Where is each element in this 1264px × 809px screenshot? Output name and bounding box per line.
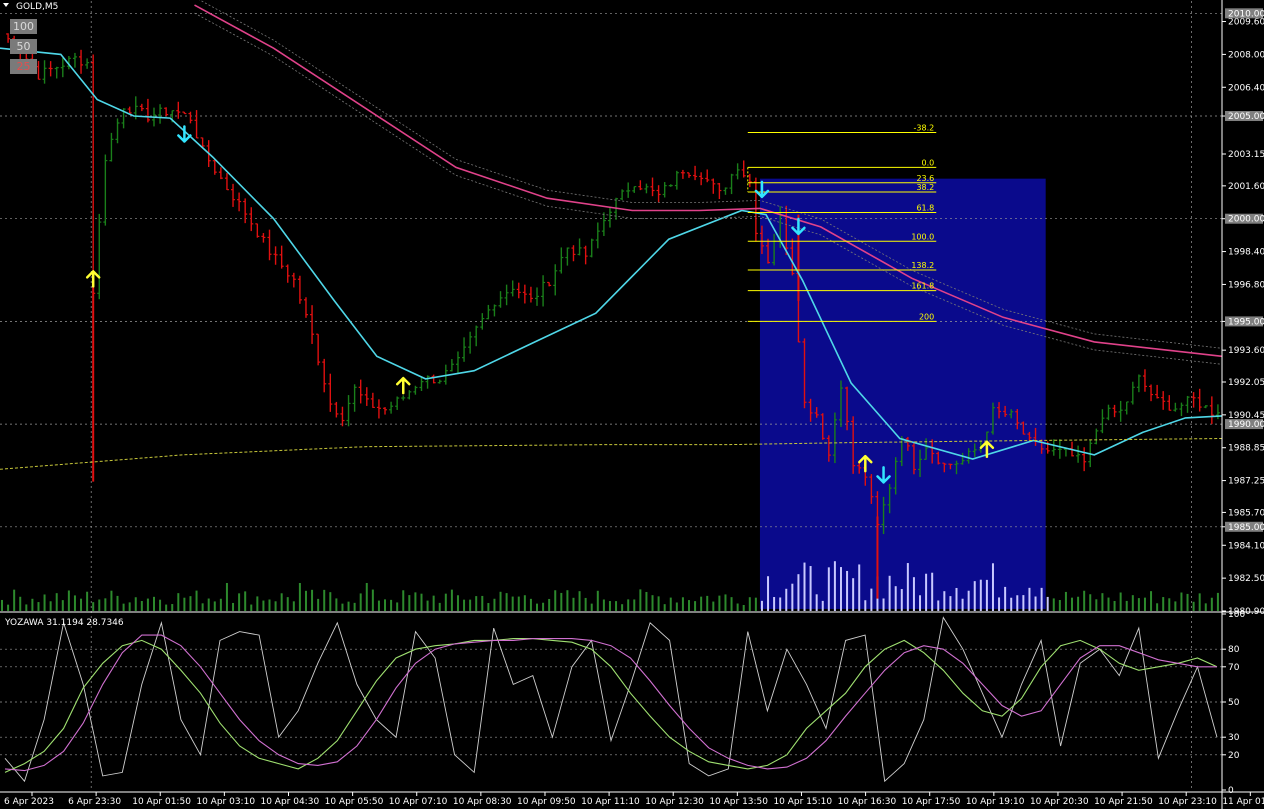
time-tick-label: 10 Apr 21:50 [1094, 797, 1153, 807]
time-tick-label: 10 Apr 13:50 [709, 797, 768, 807]
price-tick-label: 2006.40 [1228, 83, 1264, 93]
time-tick-label: 10 Apr 17:50 [902, 797, 961, 807]
oscillator-tick-label: 20 [1228, 751, 1240, 761]
period-button-50[interactable]: 50 [10, 39, 37, 54]
time-tick-label: 10 Apr 03:10 [196, 797, 255, 807]
time-tick-label: 10 Apr 04:30 [260, 797, 319, 807]
price-tick-label: 1984.10 [1228, 541, 1264, 551]
time-tick-label: 10 Apr 09:50 [517, 797, 576, 807]
time-tick-label: 10 Apr 23:10 [1158, 797, 1217, 807]
oscillator-tick-label: 0 [1228, 786, 1234, 796]
time-tick-label: 10 Apr 11:10 [581, 797, 640, 807]
price-tick-label: 1982.50 [1228, 574, 1264, 584]
time-tick-label: 10 Apr 20:30 [1030, 797, 1089, 807]
price-tick-label: 1992.05 [1228, 378, 1264, 388]
fib-level-label: -38.2 [914, 123, 935, 132]
fib-level-label: 23.6 [916, 174, 934, 183]
oscillator-tick-label: 50 [1228, 698, 1240, 708]
fib-level-label: 0.0 [922, 158, 935, 167]
trading-chart: -38.20.023.638.261.8100.0138.2161.8200 2… [0, 0, 1264, 809]
fib-level-label: 61.8 [916, 204, 934, 213]
price-level-badge-label: 2000.00 [1228, 215, 1264, 225]
price-tick-label: 1985.70 [1228, 508, 1264, 518]
time-tick-label: 10 Apr 07:10 [389, 797, 448, 807]
time-tick-label: 10 Apr 19:10 [966, 797, 1025, 807]
fib-level-label: 138.2 [911, 261, 934, 270]
price-tick-label: 1996.80 [1228, 280, 1264, 290]
oscillator-tick-label: 70 [1228, 663, 1240, 673]
time-tick-label: 6 Apr 23:30 [68, 797, 121, 807]
price-tick-label: 2003.15 [1228, 150, 1264, 160]
time-tick-label: 10 Apr 08:30 [453, 797, 512, 807]
oscillator-tick-label: 30 [1228, 733, 1240, 743]
time-tick-label: 6 Apr 2023 [4, 797, 54, 807]
price-tick-label: 1993.60 [1228, 346, 1264, 356]
fib-level-label: 161.8 [911, 282, 934, 291]
oscillator-tick-label: 100 [1228, 610, 1245, 620]
price-level-badge-label: 1985.00 [1228, 523, 1264, 533]
oscillator-tick-label: 80 [1228, 645, 1240, 655]
time-tick-label: 10 Apr 05:50 [325, 797, 384, 807]
time-tick-label: 10 Apr 15:10 [773, 797, 832, 807]
price-tick-label: 1988.85 [1228, 444, 1264, 454]
price-tick-label: 1998.40 [1228, 248, 1264, 258]
fib-level-label: 200 [919, 312, 934, 321]
price-tick-label: 2008.00 [1228, 50, 1264, 60]
price-level-badge-label: 2010.00 [1228, 9, 1264, 19]
price-tick-label: 1987.25 [1228, 477, 1264, 487]
fib-level-label: 38.2 [916, 183, 934, 192]
price-tick-label: 2001.60 [1228, 182, 1264, 192]
time-tick-label: 10 Apr 16:30 [838, 797, 897, 807]
indicator-label: YOZAWA 31.1194 28.7346 [4, 618, 124, 628]
price-level-badge-label: 1995.00 [1228, 317, 1264, 327]
time-tick-label: 10 Apr 01:50 [132, 797, 191, 807]
period-button-100[interactable]: 100 [10, 19, 37, 34]
price-level-badge-label: 1990.00 [1228, 420, 1264, 430]
highlight-zone [759, 178, 1046, 609]
period-button-25[interactable]: 25 [10, 59, 37, 74]
fib-level-label: 100.0 [911, 232, 934, 241]
symbol-label: GOLD,M5 [16, 2, 58, 12]
time-tick-label: 11 Apr 01:3 [1222, 797, 1264, 807]
time-tick-label: 10 Apr 12:30 [645, 797, 704, 807]
price-level-badge-label: 2005.00 [1228, 112, 1264, 122]
